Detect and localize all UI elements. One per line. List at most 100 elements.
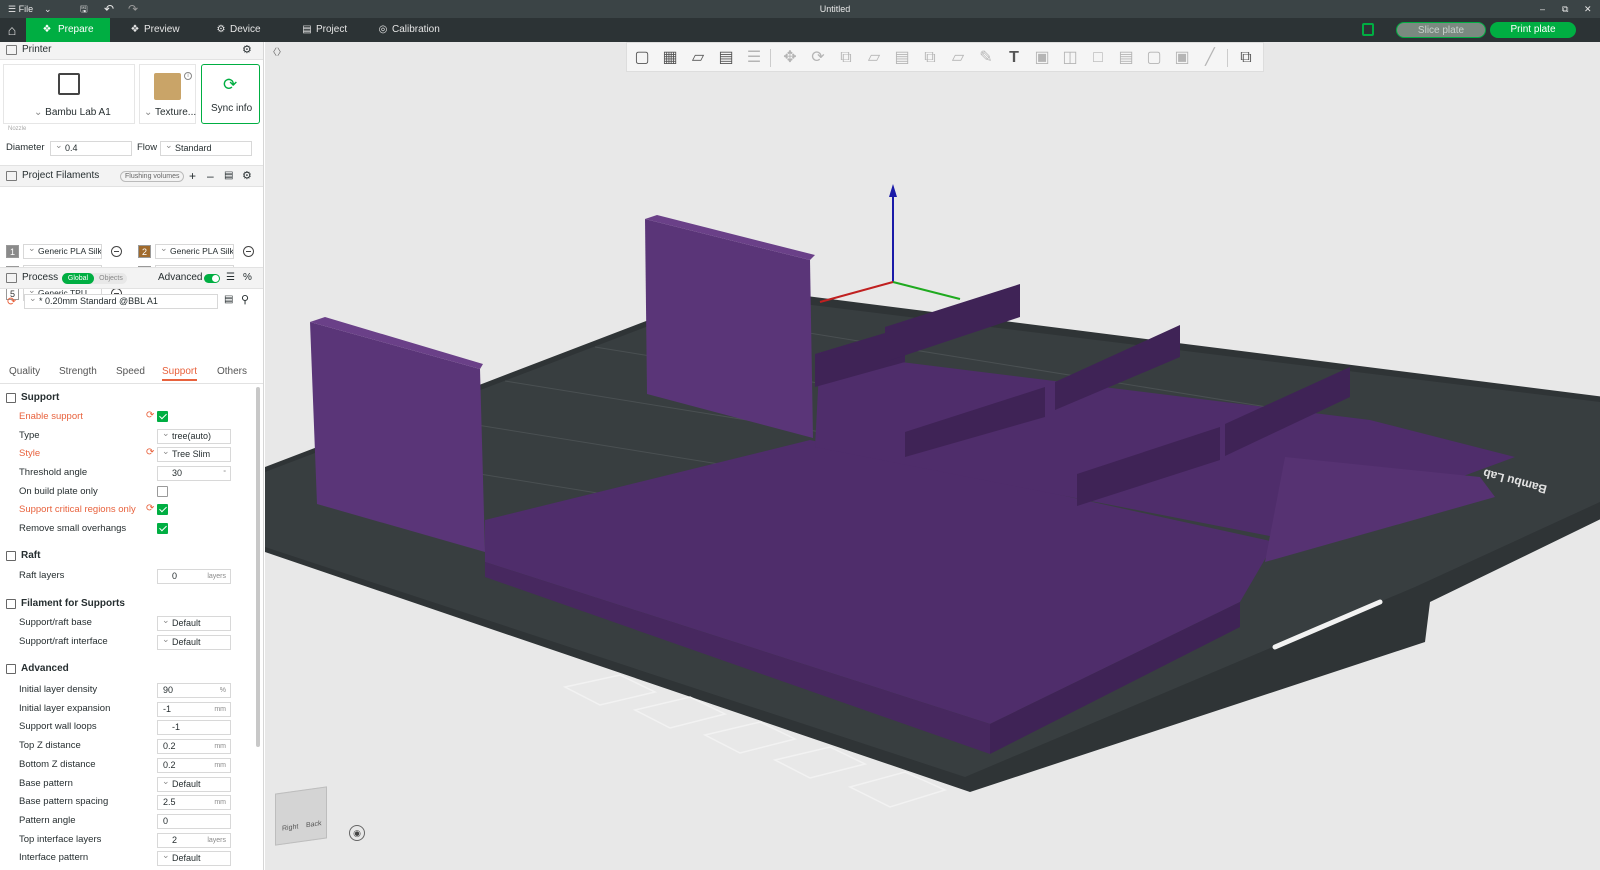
type-select[interactable]: tree(auto) <box>157 429 231 444</box>
slice-plate-button[interactable]: Slice plate <box>1396 22 1486 38</box>
printer-section-header: Printer ⚙ <box>0 42 263 60</box>
reset-preset-icon[interactable]: ⟳ <box>7 295 16 308</box>
reset-enable-support-icon[interactable]: ⟳ <box>146 410 154 421</box>
advanced-setting-label: Interface pattern <box>19 852 89 864</box>
gear-icon[interactable]: ⚙ <box>242 42 252 58</box>
filament-supports-group-title: Filament for Supports <box>6 598 125 609</box>
filament-color-swatch[interactable]: 2 <box>138 245 151 258</box>
title-bar: ☰ File ⌄ 🖫 ↶ ↷ Untitled – ⧉ ✕ <box>0 0 1600 18</box>
tab-prepare[interactable]: ❖ Prepare <box>26 18 110 42</box>
advanced-setting-input[interactable]: 0.2 mm <box>157 739 231 755</box>
advanced-setting-label: Initial layer expansion <box>19 702 111 714</box>
reset-critical-regions-icon[interactable]: ⟳ <box>146 503 154 514</box>
tab-calibration[interactable]: ◎ Calibration <box>372 18 472 42</box>
raft-group-title: Raft <box>6 550 40 561</box>
scope-toggle[interactable]: Global Objects <box>62 273 127 284</box>
filament-icon <box>6 171 17 181</box>
critical-regions-checkbox[interactable] <box>157 504 168 515</box>
diameter-select[interactable]: 0.4 <box>50 141 132 156</box>
window-title: Untitled <box>819 4 851 14</box>
printer-model-icon <box>58 73 80 95</box>
advanced-toggle[interactable] <box>204 274 220 283</box>
support-group-title: Support <box>6 392 59 403</box>
style-label: Style <box>19 448 41 459</box>
remove-filament-icon[interactable] <box>111 246 122 257</box>
advanced-setting-input[interactable]: 2 layers <box>157 832 231 848</box>
reset-style-icon[interactable]: ⟳ <box>146 447 154 458</box>
scrollbar-thumb[interactable] <box>256 387 260 747</box>
filament-select[interactable]: Generic PLA Silk <box>23 244 102 259</box>
print-plate-button[interactable]: Print plate <box>1490 22 1576 38</box>
filament-settings-icon[interactable]: ⚙ <box>242 166 252 186</box>
process-icon <box>6 273 17 283</box>
objects-toggle[interactable]: Objects <box>95 273 127 284</box>
tab-device[interactable]: ⚙ Device <box>210 18 290 42</box>
process-preset-select[interactable]: * 0.20mm Standard @BBL A1 <box>24 294 218 309</box>
tab-quality[interactable]: Quality <box>9 366 40 377</box>
restore-icon[interactable]: ⧉ <box>1562 0 1568 18</box>
advanced-setting-select[interactable]: Default <box>157 851 231 867</box>
flow-label: Flow <box>137 142 158 153</box>
advanced-setting-input[interactable]: 0.2 mm <box>157 757 231 773</box>
flushing-volumes-button[interactable]: Flushing volumes <box>120 171 185 182</box>
type-label: Type <box>19 430 40 441</box>
tab-others[interactable]: Others <box>217 366 247 377</box>
save-preset-icon[interactable]: ▤ <box>224 294 233 305</box>
global-toggle[interactable]: Global <box>62 273 94 284</box>
info-icon[interactable]: i <box>184 72 192 80</box>
support-base-select[interactable]: Default <box>157 616 231 631</box>
support-icon <box>6 393 16 403</box>
plate-scene[interactable]: Bambu Lab <box>265 42 1600 870</box>
threshold-angle-input[interactable]: 30 ° <box>157 466 231 481</box>
printer-card[interactable]: ⌄ Bambu Lab A1 <box>3 64 135 124</box>
advanced-setting-label: Bottom Z distance <box>19 758 96 770</box>
plate-type-card[interactable]: i ⌄ Texture... <box>139 64 196 124</box>
3d-viewport[interactable]: 〈〉 ▢ ▦ ▱ ▤ ☰ ✥ ⟳ ⧉ ▱ ▤ ⧉ ▱ ✎ T ▣ ◫ □ ▤ ▢… <box>265 42 1600 870</box>
build-plate-only-checkbox[interactable] <box>157 486 168 497</box>
process-section-header: Process Global Objects Advanced ☰ % <box>0 267 263 289</box>
home-icon[interactable]: ⌂ <box>0 18 24 42</box>
close-icon[interactable]: ✕ <box>1584 0 1592 18</box>
advanced-setting-input[interactable]: 0 <box>157 813 231 829</box>
edit-filament-icon[interactable]: ▤ <box>224 166 233 186</box>
advanced-setting-label: Top Z distance <box>19 740 81 752</box>
tab-preview[interactable]: ❖ Preview <box>124 18 208 42</box>
advanced-setting-label: Base pattern spacing <box>19 796 109 808</box>
remove-filament-icon[interactable] <box>243 246 254 257</box>
advanced-setting-input[interactable]: -1 <box>157 720 231 736</box>
support-interface-select[interactable]: Default <box>157 635 231 650</box>
view-cube[interactable]: Right Back <box>275 786 327 846</box>
sync-info-button[interactable]: ⟳ Sync info <box>201 64 260 124</box>
threshold-angle-label: Threshold angle <box>19 467 88 478</box>
advanced-label: Advanced <box>158 272 203 283</box>
support-interface-label: Support/raft interface <box>19 636 108 647</box>
search-icon[interactable]: ⚲ <box>241 293 249 306</box>
style-select[interactable]: Tree Slim <box>157 447 231 462</box>
printer-name: Bambu Lab A1 <box>45 107 111 118</box>
minimize-icon[interactable]: – <box>1540 0 1545 18</box>
diameter-label: Diameter <box>6 142 45 153</box>
add-filament-icon[interactable]: + <box>189 166 196 186</box>
raft-layers-input[interactable]: 0 layers <box>157 569 231 584</box>
filament-color-swatch[interactable]: 1 <box>6 245 19 258</box>
list-icon[interactable]: ☰ <box>226 268 235 288</box>
percent-icon[interactable]: % <box>243 268 252 288</box>
filament-select[interactable]: Generic PLA Silk <box>155 244 234 259</box>
filament-supports-icon <box>6 599 16 609</box>
enable-support-checkbox[interactable] <box>157 411 168 422</box>
advanced-setting-input[interactable]: 90% <box>157 683 231 698</box>
advanced-setting-input[interactable]: -1 mm <box>157 701 231 717</box>
main-navbar: ⌂ ❖ Prepare ❖ Preview ⚙ Device ▤ Project ◎ Ca… <box>0 18 1600 42</box>
camera-icon[interactable]: ◉ <box>349 825 365 841</box>
advanced-setting-label: Top interface layers <box>19 833 102 845</box>
tab-project[interactable]: ▤ Project <box>296 18 370 42</box>
advanced-setting-input[interactable]: 2.5 mm <box>157 795 231 811</box>
advanced-setting-select[interactable]: Default <box>157 776 231 792</box>
small-overhangs-checkbox[interactable] <box>157 523 168 534</box>
tab-speed[interactable]: Speed <box>116 366 145 377</box>
tab-strength[interactable]: Strength <box>59 366 97 377</box>
tab-support[interactable]: Support <box>162 366 198 381</box>
flow-select[interactable]: Standard <box>160 141 252 156</box>
plate-view-icon[interactable] <box>1362 23 1374 36</box>
remove-filament-icon[interactable]: – <box>207 166 214 186</box>
